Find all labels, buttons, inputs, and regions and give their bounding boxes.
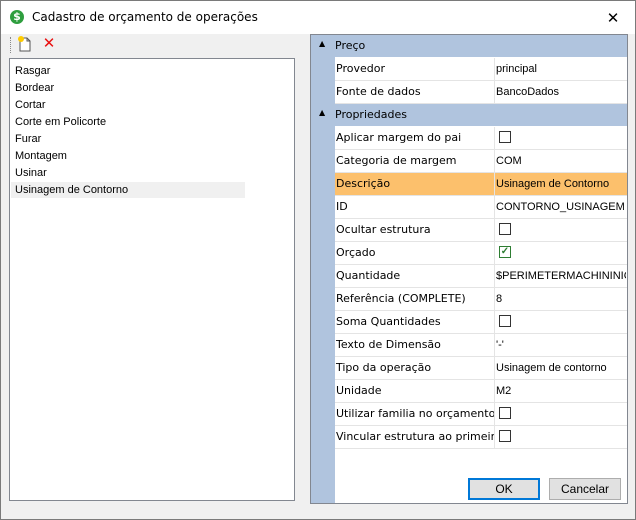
list-item[interactable]: Usinar	[11, 165, 245, 181]
property-value[interactable]: Usinagem de contorno	[496, 357, 626, 379]
new-document-icon[interactable]	[17, 36, 33, 52]
property-row[interactable]: Aplicar margem do pai	[335, 127, 627, 150]
checkbox[interactable]	[499, 430, 511, 442]
checkbox[interactable]	[499, 223, 511, 235]
property-row[interactable]: Unidade M2	[335, 380, 627, 403]
ok-button[interactable]: OK	[468, 478, 540, 500]
property-value[interactable]: $PERIMETERMACHININIG	[496, 265, 626, 287]
property-name: Descrição	[335, 173, 495, 195]
list-item[interactable]: Bordear	[11, 80, 245, 96]
cancel-button[interactable]: Cancelar	[549, 478, 621, 500]
title-bar: $ Cadastro de orçamento de operações ✕	[1, 1, 635, 34]
checkbox[interactable]	[499, 131, 511, 143]
property-row[interactable]: Vincular estrutura ao primeir...	[335, 426, 627, 449]
property-name: Utilizar familia no orçamento	[335, 403, 495, 425]
property-name: Tipo da operação	[335, 357, 495, 379]
dollar-icon: $	[10, 10, 24, 24]
property-value[interactable]: 8	[496, 288, 626, 310]
property-name: Vincular estrutura ao primeir...	[335, 426, 495, 448]
property-row[interactable]: Quantidade $PERIMETERMACHININIG	[335, 265, 627, 288]
category-header[interactable]: ▲ Preço	[311, 35, 627, 57]
list-item[interactable]: Corte em Policorte	[11, 114, 245, 130]
property-name: Fonte de dados	[335, 81, 495, 103]
operations-list[interactable]: Rasgar Bordear Cortar Corte em Policorte Fur…	[9, 58, 295, 501]
list-item[interactable]: Usinagem de Contorno	[11, 182, 245, 198]
property-name: Soma Quantidades	[335, 311, 495, 333]
property-row[interactable]: Texto de Dimensão '-'	[335, 334, 627, 357]
property-value[interactable]: '-'	[496, 334, 626, 356]
property-value[interactable]: M2	[496, 380, 626, 402]
checkbox[interactable]	[499, 315, 511, 327]
checkbox[interactable]	[499, 407, 511, 419]
property-value[interactable]: Usinagem de Contorno	[496, 173, 626, 195]
list-item[interactable]: Montagem	[11, 148, 245, 164]
property-row[interactable]: Provedor principal	[335, 58, 627, 81]
property-name: Aplicar margem do pai	[335, 127, 495, 149]
close-button[interactable]: ✕	[593, 5, 633, 31]
property-name: Provedor	[335, 58, 495, 80]
property-name: Quantidade	[335, 265, 495, 287]
property-row[interactable]: ID CONTORNO_USINAGEM	[335, 196, 627, 219]
property-value[interactable]: CONTORNO_USINAGEM	[496, 196, 626, 218]
list-item[interactable]: Cortar	[11, 97, 245, 113]
property-row[interactable]: Soma Quantidades	[335, 311, 627, 334]
property-name: Ocultar estrutura	[335, 219, 495, 241]
property-value	[496, 403, 626, 425]
property-name: ID	[335, 196, 495, 218]
property-row[interactable]: Utilizar familia no orçamento	[335, 403, 627, 426]
dialog-window: $ Cadastro de orçamento de operações ✕ ✕…	[0, 0, 636, 520]
property-name: Unidade	[335, 380, 495, 402]
property-value	[496, 219, 626, 241]
property-name: Referência (COMPLETE)	[335, 288, 495, 310]
splitter[interactable]	[296, 34, 308, 504]
toolbar-grip	[10, 37, 13, 53]
window-title: Cadastro de orçamento de operações	[32, 10, 258, 24]
property-name: Orçado	[335, 242, 495, 264]
property-row[interactable]: Orçado ✓	[335, 242, 627, 265]
property-name: Categoria de margem	[335, 150, 495, 172]
property-row[interactable]: Ocultar estrutura	[335, 219, 627, 242]
category-label: Propriedades	[335, 108, 407, 121]
property-value	[496, 426, 626, 448]
category-label: Preço	[335, 39, 366, 52]
collapse-icon[interactable]: ▲	[319, 39, 325, 48]
property-grid: ▲ Preço Provedor principal Fonte de dados Ban…	[310, 34, 628, 504]
collapse-icon[interactable]: ▲	[319, 108, 325, 117]
category-header[interactable]: ▲ Propriedades	[311, 104, 627, 126]
property-row[interactable]: Referência (COMPLETE) 8	[335, 288, 627, 311]
property-value[interactable]: COM	[496, 150, 626, 172]
list-item[interactable]: Furar	[11, 131, 245, 147]
toolbar: ✕	[9, 34, 295, 56]
property-value: ✓	[496, 242, 626, 264]
property-row[interactable]: Categoria de margem COM	[335, 150, 627, 173]
property-name: Texto de Dimensão	[335, 334, 495, 356]
property-value[interactable]: BancoDados	[496, 81, 626, 103]
list-item[interactable]: Rasgar	[11, 63, 245, 79]
property-row[interactable]: Descrição Usinagem de Contorno	[335, 173, 627, 196]
property-row[interactable]: Fonte de dados BancoDados	[335, 81, 627, 104]
checkbox-checked[interactable]: ✓	[499, 246, 511, 258]
delete-icon[interactable]: ✕	[41, 35, 57, 51]
property-value[interactable]: principal	[496, 58, 626, 80]
property-row[interactable]: Tipo da operação Usinagem de contorno	[335, 357, 627, 380]
property-value	[496, 127, 626, 149]
property-value	[496, 311, 626, 333]
